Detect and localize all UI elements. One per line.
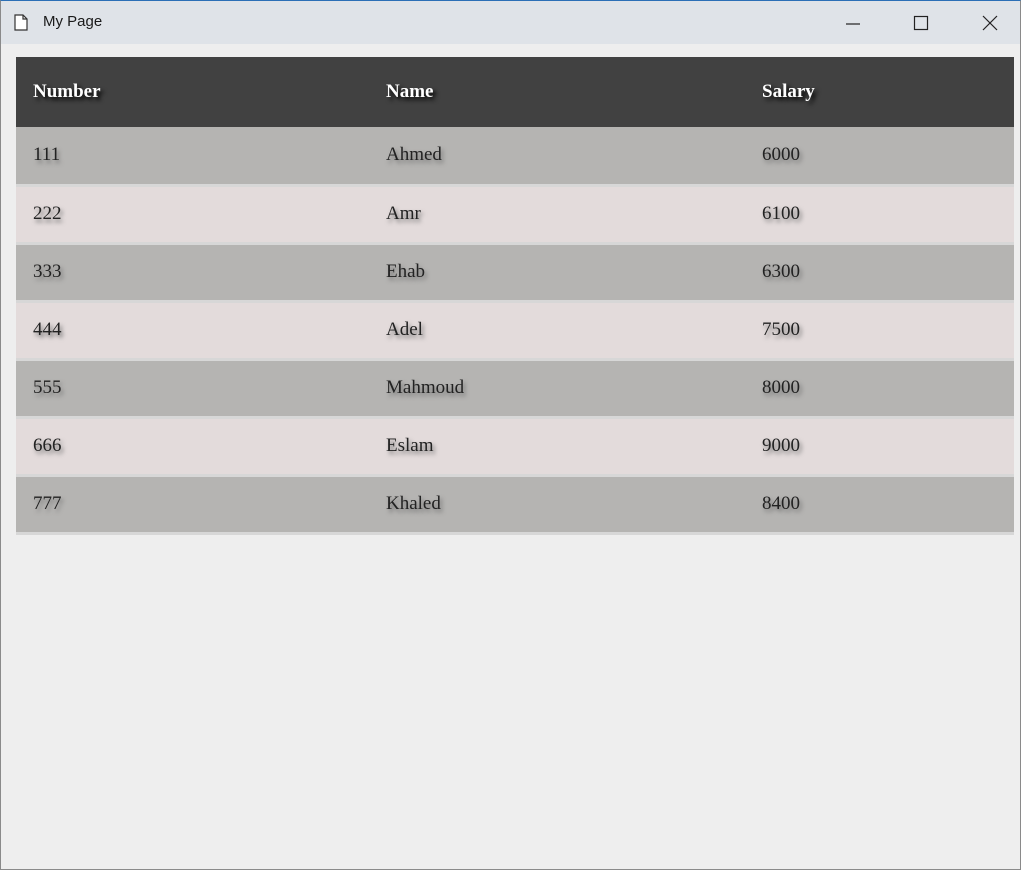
cell-name: Eslam — [386, 435, 434, 456]
salary-table: Number Name Salary 111 Ahmed 6000 222 Am… — [16, 57, 1014, 535]
cell-salary: 8000 — [762, 377, 800, 398]
close-icon — [982, 15, 998, 31]
cell-name: Khaled — [386, 493, 441, 514]
cell-name: Adel — [386, 319, 423, 340]
cell-name: Ehab — [386, 261, 426, 282]
table-row: 666 Eslam 9000 — [16, 417, 1014, 475]
cell-name: Ahmed — [386, 144, 442, 166]
header-row: Number Name Salary — [16, 57, 1014, 127]
close-button[interactable] — [967, 1, 1013, 44]
header-salary: Salary — [762, 81, 815, 102]
table-row: 222 Amr 6100 — [16, 185, 1014, 243]
minimize-button[interactable] — [830, 1, 876, 44]
maximize-button[interactable] — [898, 1, 944, 44]
cell-name: Mahmoud — [386, 377, 465, 398]
minimize-icon — [845, 15, 861, 31]
cell-salary: 7500 — [762, 319, 800, 340]
cell-salary: 6100 — [762, 203, 800, 224]
table-row: 444 Adel 7500 — [16, 301, 1014, 359]
table-body: 111 Ahmed 6000 222 Amr 6100 333 Ehab 630… — [16, 127, 1014, 533]
cell-salary: 8400 — [762, 493, 800, 514]
title-bar[interactable]: My Page — [1, 1, 1020, 44]
table-row: 777 Khaled 8400 — [16, 475, 1014, 533]
table-row: 555 Mahmoud 8000 — [16, 359, 1014, 417]
cell-number: 333 — [33, 261, 62, 282]
cell-salary: 6300 — [762, 261, 800, 282]
browser-window: My Page Number Name Salary 111 Ahmed 600… — [0, 0, 1021, 870]
page-icon — [14, 14, 28, 31]
table-row: 111 Ahmed 6000 — [16, 127, 1014, 185]
header-number: Number — [33, 81, 101, 102]
table-header: Number Name Salary — [16, 57, 1014, 127]
cell-name: Amr — [386, 203, 421, 224]
cell-number: 777 — [33, 493, 62, 514]
maximize-icon — [913, 15, 929, 31]
cell-number: 222 — [33, 203, 62, 224]
page-content: Number Name Salary 111 Ahmed 6000 222 Am… — [16, 57, 1014, 535]
header-name: Name — [386, 81, 434, 102]
table-row: 333 Ehab 6300 — [16, 243, 1014, 301]
cell-number: 666 — [33, 435, 62, 456]
cell-number: 444 — [33, 319, 62, 340]
cell-number: 555 — [33, 377, 62, 398]
window-title: My Page — [43, 13, 103, 30]
cell-salary: 9000 — [762, 435, 800, 456]
cell-number: 111 — [33, 144, 61, 166]
cell-salary: 6000 — [762, 144, 800, 166]
